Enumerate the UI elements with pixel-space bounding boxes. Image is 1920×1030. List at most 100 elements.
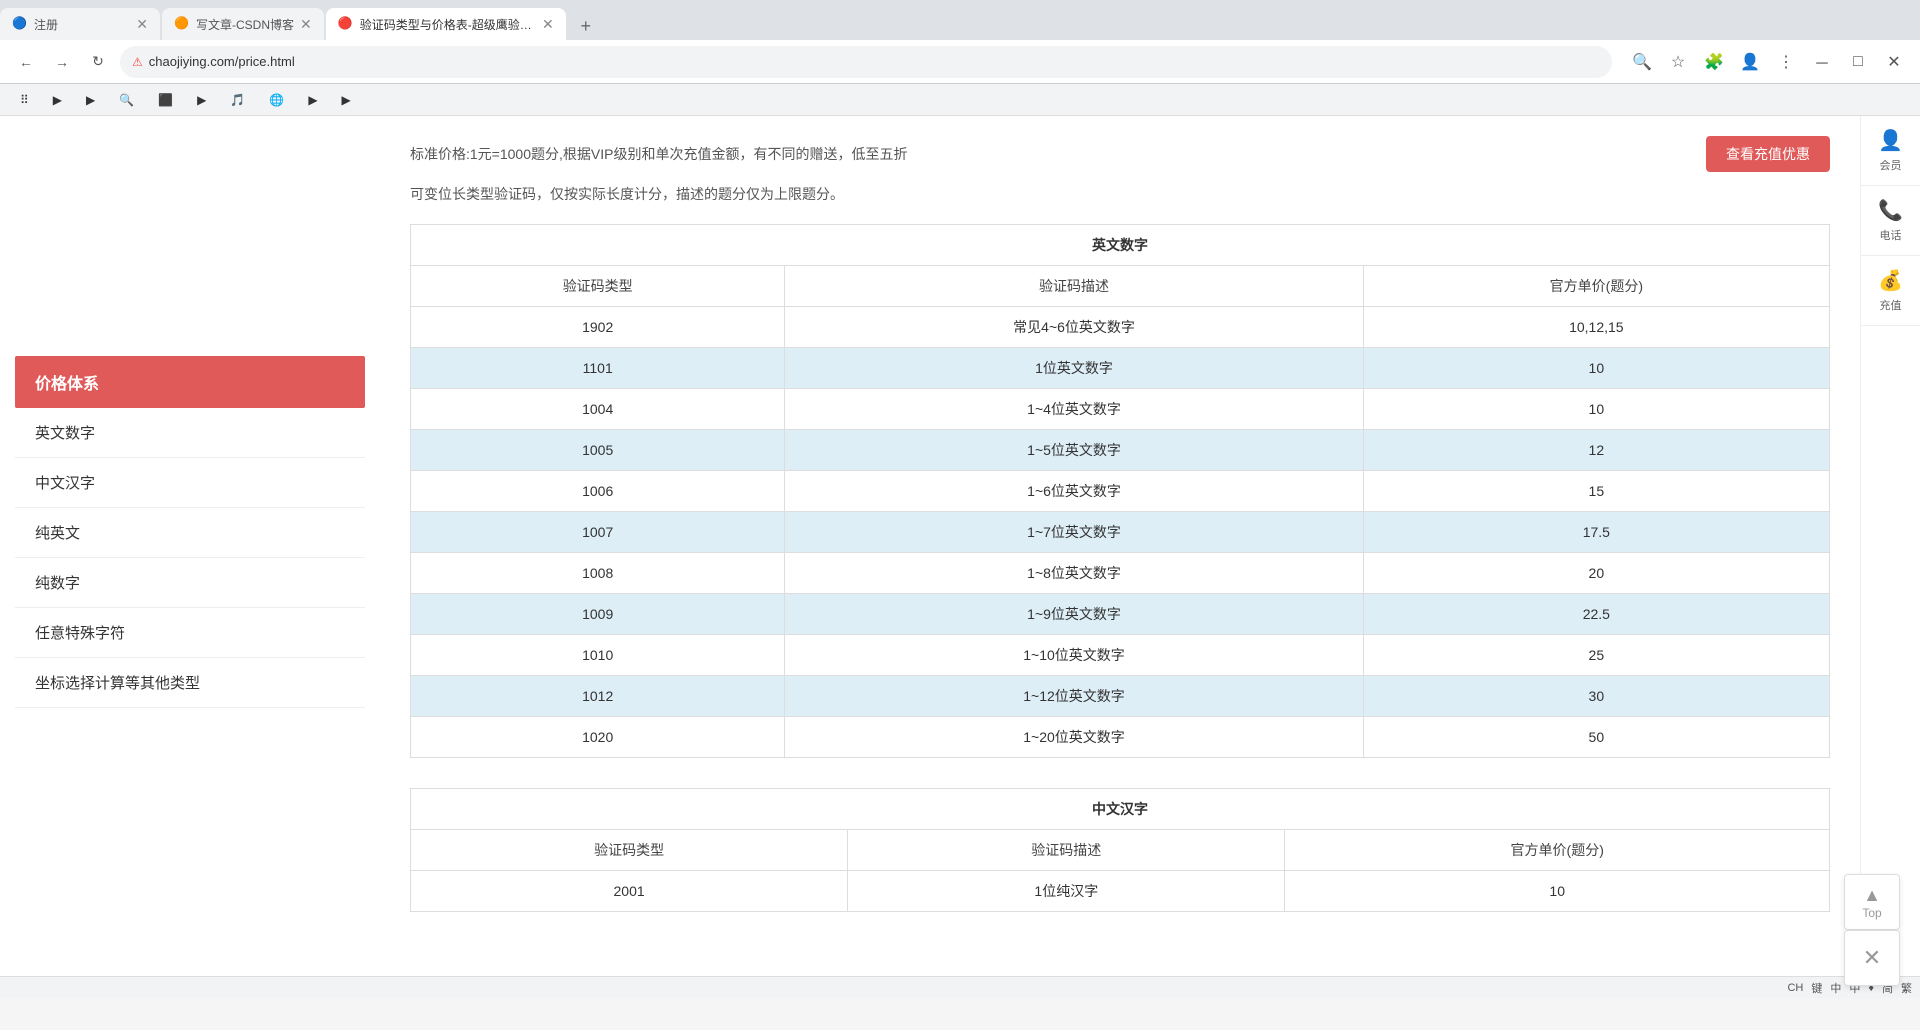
widget-recharge[interactable]: 💰 充值 xyxy=(1861,256,1920,326)
cell-price: 10 xyxy=(1363,389,1829,430)
bookmark-apps[interactable]: ⠿ xyxy=(12,91,41,109)
cell-code: 1006 xyxy=(411,471,785,512)
bookmark-wps[interactable]: ▶ xyxy=(334,91,363,109)
tab-favicon-active: 🔴 xyxy=(338,16,354,32)
cell-desc: 1~10位英文数字 xyxy=(785,635,1363,676)
bookmark-static-list[interactable]: ⬛ xyxy=(150,91,185,109)
page-wrapper: 价格体系 英文数字 中文汉字 纯英文 纯数字 任意特殊字符 坐标选择计算等其他类… xyxy=(0,116,1920,976)
bookmark-favicon-3: 🔍 xyxy=(119,93,134,107)
refresh-button[interactable]: ↻ xyxy=(84,48,112,76)
toolbar-icons: 🔍 ☆ 🧩 👤 ⋮ － □ ✕ xyxy=(1628,48,1908,76)
cell-desc: 1~5位英文数字 xyxy=(785,430,1363,471)
cell-desc: 1位英文数字 xyxy=(785,348,1363,389)
widget-member[interactable]: 👤 会员 xyxy=(1861,116,1920,186)
tab-register[interactable]: 🔵 注册 ✕ xyxy=(0,8,160,40)
table-row: 1012 1~12位英文数字 30 xyxy=(411,676,1830,717)
bookmark-favicon-9: ▶ xyxy=(342,93,351,107)
cell-code: 1004 xyxy=(411,389,785,430)
menu-icon[interactable]: ⋮ xyxy=(1772,48,1800,76)
cell-price: 30 xyxy=(1363,676,1829,717)
search-icon[interactable]: 🔍 xyxy=(1628,48,1656,76)
tab-close-csdn[interactable]: ✕ xyxy=(300,16,312,33)
chinese-table: 中文汉字 验证码类型 验证码描述 官方单价(题分) 2001 1位纯汉字 10 xyxy=(410,788,1830,912)
bookmark-icon[interactable]: ☆ xyxy=(1664,48,1692,76)
col-desc: 验证码描述 xyxy=(785,266,1363,307)
cell-code: 2001 xyxy=(411,871,848,912)
sidebar-item-pure-english[interactable]: 纯英文 xyxy=(15,508,365,558)
sidebar-item-pure-number[interactable]: 纯数字 xyxy=(15,558,365,608)
top-arrow-icon: ▲ xyxy=(1863,885,1881,906)
bookmarks-bar: ⠿ ▶ ▶ 🔍 ⬛ ▶ 🎵 🌐 xyxy=(0,84,1920,116)
recharge-icon: 💰 xyxy=(1878,268,1903,293)
sidebar: 价格体系 英文数字 中文汉字 纯英文 纯数字 任意特殊字符 坐标选择计算等其他类… xyxy=(0,116,380,976)
bookmark-linked-list[interactable]: 🔍 xyxy=(111,91,146,109)
address-text: chaojiying.com/price.html xyxy=(149,54,1600,69)
bookmark-python2[interactable]: ▶ xyxy=(189,91,218,109)
bookmark-spider[interactable]: 🌐 xyxy=(261,91,296,109)
tab-bar: 🔵 注册 ✕ 🟠 写文章-CSDN博客 ✕ 🔴 验证码类型与价格表-超级鹰验证.… xyxy=(0,0,1920,40)
status-bar: CH 键 中 中 ♦ 简 繁 xyxy=(0,976,1920,998)
table-row: 1005 1~5位英文数字 12 xyxy=(411,430,1830,471)
new-tab-button[interactable]: + xyxy=(572,12,600,40)
bookmark-favicon-8: ▶ xyxy=(308,93,317,107)
close-window-button[interactable]: ✕ xyxy=(1880,48,1908,76)
status-keyboard: 键 xyxy=(1811,980,1822,996)
bookmark-favicon-6: 🎵 xyxy=(230,93,245,107)
browser-chrome: 🔵 注册 ✕ 🟠 写文章-CSDN博客 ✕ 🔴 验证码类型与价格表-超级鹰验证.… xyxy=(0,0,1920,116)
cell-price: 10 xyxy=(1285,871,1830,912)
maximize-button[interactable]: □ xyxy=(1844,48,1872,76)
table-row: 1020 1~20位英文数字 50 xyxy=(411,717,1830,758)
lock-icon: ⚠ xyxy=(132,55,143,69)
col-desc-cn: 验证码描述 xyxy=(848,830,1285,871)
sidebar-item-special[interactable]: 任意特殊字符 xyxy=(15,608,365,658)
cell-code: 1008 xyxy=(411,553,785,594)
status-traditional: 繁 xyxy=(1901,980,1912,996)
table-row: 1009 1~9位英文数字 22.5 xyxy=(411,594,1830,635)
tab-favicon-csdn: 🟠 xyxy=(174,16,190,32)
sidebar-title: 价格体系 xyxy=(15,356,365,408)
table-row: 1902 常见4~6位英文数字 10,12,15 xyxy=(411,307,1830,348)
bookmark-qq[interactable]: 🎵 xyxy=(222,91,257,109)
bookmark-c[interactable]: ▶ xyxy=(78,91,107,109)
forward-button[interactable]: → xyxy=(48,48,76,76)
table-row: 1010 1~10位英文数字 25 xyxy=(411,635,1830,676)
minimize-button[interactable]: － xyxy=(1808,48,1836,76)
cell-desc: 1位纯汉字 xyxy=(848,871,1285,912)
back-button[interactable]: ← xyxy=(12,48,40,76)
status-input-mid: 中 xyxy=(1830,980,1841,996)
tab-csdn[interactable]: 🟠 写文章-CSDN博客 ✕ xyxy=(162,8,324,40)
tab-title-register: 注册 xyxy=(34,16,130,33)
bookmark-favicon-7: 🌐 xyxy=(269,93,284,107)
cell-code: 1005 xyxy=(411,430,785,471)
close-float-button[interactable]: ✕ xyxy=(1844,930,1900,986)
apps-grid-icon: ⠿ xyxy=(20,93,29,107)
cell-price: 20 xyxy=(1363,553,1829,594)
cell-desc: 1~9位英文数字 xyxy=(785,594,1363,635)
top-button[interactable]: ▲ Top xyxy=(1844,874,1900,930)
top-label: Top xyxy=(1862,906,1881,920)
right-panel: 👤 会员 📞 电话 💰 充值 xyxy=(1860,116,1920,976)
cell-code: 1020 xyxy=(411,717,785,758)
cell-desc: 1~8位英文数字 xyxy=(785,553,1363,594)
cell-code: 1010 xyxy=(411,635,785,676)
sidebar-item-coordinate[interactable]: 坐标选择计算等其他类型 xyxy=(15,658,365,708)
cell-desc: 1~7位英文数字 xyxy=(785,512,1363,553)
cell-price: 22.5 xyxy=(1363,594,1829,635)
widget-phone[interactable]: 📞 电话 xyxy=(1861,186,1920,256)
bookmark-favicon-5: ▶ xyxy=(197,93,206,107)
bookmark-python[interactable]: ▶ xyxy=(45,91,74,109)
main-content: 标准价格:1元=1000题分,根据VIP级别和单次充值金额，有不同的赠送，低至五… xyxy=(380,116,1860,976)
cell-price: 15 xyxy=(1363,471,1829,512)
extension-icon[interactable]: 🧩 xyxy=(1700,48,1728,76)
bookmark-favicon-1: ▶ xyxy=(53,93,62,107)
user-icon[interactable]: 👤 xyxy=(1736,48,1764,76)
sidebar-item-english[interactable]: 英文数字 xyxy=(15,408,365,458)
tab-close-register[interactable]: ✕ xyxy=(136,16,148,33)
charge-button[interactable]: 查看充值优惠 xyxy=(1706,136,1830,172)
tab-active[interactable]: 🔴 验证码类型与价格表-超级鹰验证... ✕ xyxy=(326,8,566,40)
sidebar-item-chinese[interactable]: 中文汉字 xyxy=(15,458,365,508)
bookmark-python3[interactable]: ▶ xyxy=(300,91,329,109)
address-bar[interactable]: ⚠ chaojiying.com/price.html xyxy=(120,46,1612,78)
phone-icon: 📞 xyxy=(1878,198,1903,223)
tab-close-active[interactable]: ✕ xyxy=(542,16,554,33)
